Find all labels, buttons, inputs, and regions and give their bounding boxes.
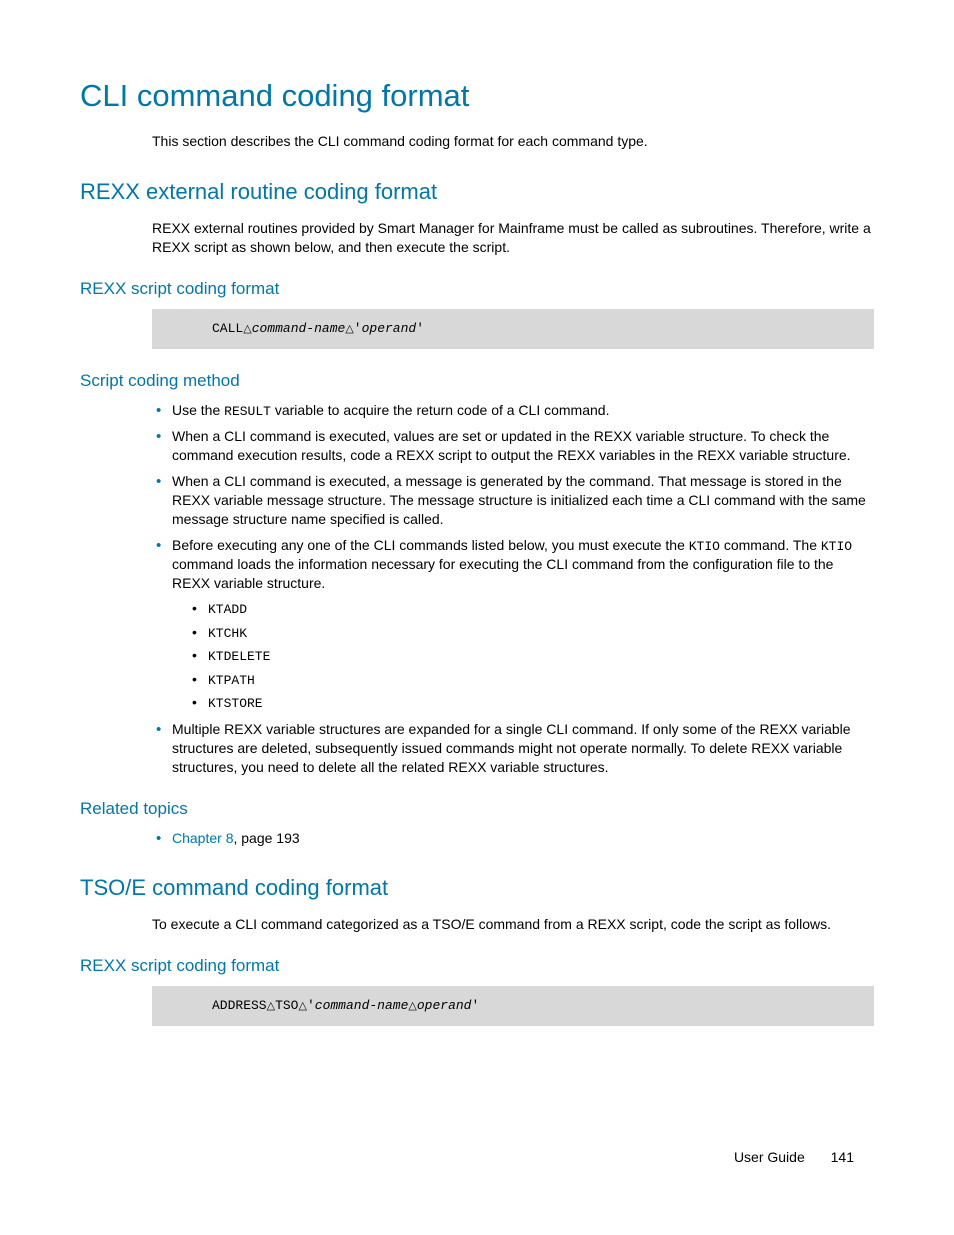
related-list: Chapter 8, page 193 bbox=[152, 829, 874, 848]
page-footer: User Guide 141 bbox=[734, 1149, 854, 1165]
code-block-tsoe: ADDRESS△TSO△'command-name△operand' bbox=[152, 986, 874, 1026]
list-item: KTSTORE bbox=[190, 693, 874, 713]
document-page: CLI command coding format This section d… bbox=[0, 0, 954, 1026]
footer-label: User Guide bbox=[734, 1149, 805, 1165]
code-text: ADDRESS△TSO△'command-name△operand' bbox=[212, 998, 479, 1013]
related-rest: , page 193 bbox=[233, 830, 299, 846]
list-item: KTADD bbox=[190, 599, 874, 619]
list-item: Chapter 8, page 193 bbox=[152, 829, 874, 848]
page-number: 141 bbox=[831, 1149, 854, 1165]
list-item: Multiple REXX variable structures are ex… bbox=[152, 720, 874, 777]
rexx-intro: REXX external routines provided by Smart… bbox=[152, 219, 874, 257]
section-heading-tsoe: TSO/E command coding format bbox=[80, 875, 874, 901]
subheading-related-topics: Related topics bbox=[80, 799, 874, 819]
method-list: Use the RESULT variable to acquire the r… bbox=[152, 401, 874, 777]
section-heading-rexx: REXX external routine coding format bbox=[80, 179, 874, 205]
list-item: When a CLI command is executed, a messag… bbox=[152, 472, 874, 529]
subheading-rexx-script-format: REXX script coding format bbox=[80, 279, 874, 299]
chapter-link[interactable]: Chapter 8 bbox=[172, 830, 233, 846]
list-item: KTCHK bbox=[190, 623, 874, 643]
list-item: When a CLI command is executed, values a… bbox=[152, 427, 874, 465]
subheading-tsoe-script-format: REXX script coding format bbox=[80, 956, 874, 976]
subheading-script-method: Script coding method bbox=[80, 371, 874, 391]
page-title: CLI command coding format bbox=[80, 78, 874, 114]
list-item: KTDELETE bbox=[190, 646, 874, 666]
tsoe-intro: To execute a CLI command categorized as … bbox=[152, 915, 874, 934]
list-item: Before executing any one of the CLI comm… bbox=[152, 536, 874, 713]
code-text: CALL△command-name△'operand' bbox=[212, 321, 424, 336]
code-block-rexx: CALL△command-name△'operand' bbox=[152, 309, 874, 349]
list-item: KTPATH bbox=[190, 670, 874, 690]
list-item: Use the RESULT variable to acquire the r… bbox=[152, 401, 874, 421]
intro-paragraph: This section describes the CLI command c… bbox=[152, 132, 874, 151]
sub-list: KTADD KTCHK KTDELETE KTPATH KTSTORE bbox=[190, 599, 874, 713]
